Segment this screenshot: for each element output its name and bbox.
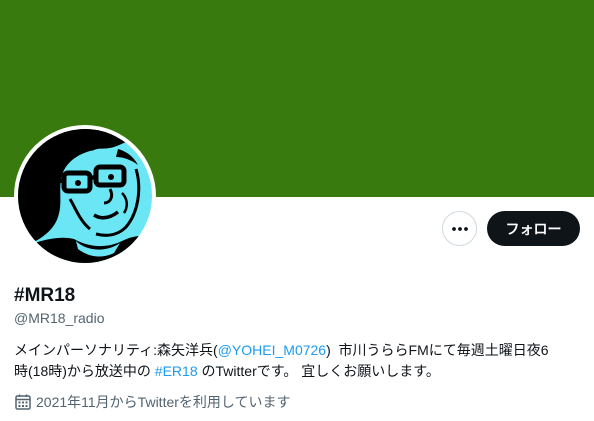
bio-text: のTwitterです。 宜しくお願いします。 (197, 363, 440, 379)
follow-button-label: フォロー (505, 220, 562, 237)
bio-text: メインパーソナリティ:森矢洋兵( (14, 342, 218, 358)
profile-handle: @MR18_radio (14, 310, 105, 326)
bio-hashtag-link[interactable]: #ER18 (155, 363, 198, 379)
bio-line: 時(18時)から放送中の #ER18 のTwitterです。 宜しくお願いします… (14, 361, 584, 382)
bio-text: 時(18時)から放送中の (14, 363, 155, 379)
bio-mention-link[interactable]: @YOHEI_M0726 (218, 342, 326, 358)
bio-text: ) 市川うららFMにて毎週土曜日夜6 (326, 342, 549, 358)
more-options-button[interactable] (442, 211, 477, 246)
joined-date: 2021年11月からTwitterを利用しています (14, 392, 291, 412)
more-horizontal-icon (451, 226, 468, 231)
profile-bio: メインパーソナリティ:森矢洋兵(@YOHEI_M0726) 市川うららFMにて毎… (14, 340, 584, 382)
profile-avatar[interactable] (14, 125, 156, 267)
joined-date-text: 2021年11月からTwitterを利用しています (36, 394, 291, 410)
calendar-icon (14, 393, 32, 411)
avatar-illustration (18, 129, 152, 263)
profile-display-name: #MR18 (14, 285, 76, 306)
follow-button[interactable]: フォロー (487, 211, 580, 246)
bio-line: メインパーソナリティ:森矢洋兵(@YOHEI_M0726) 市川うららFMにて毎… (14, 340, 584, 361)
